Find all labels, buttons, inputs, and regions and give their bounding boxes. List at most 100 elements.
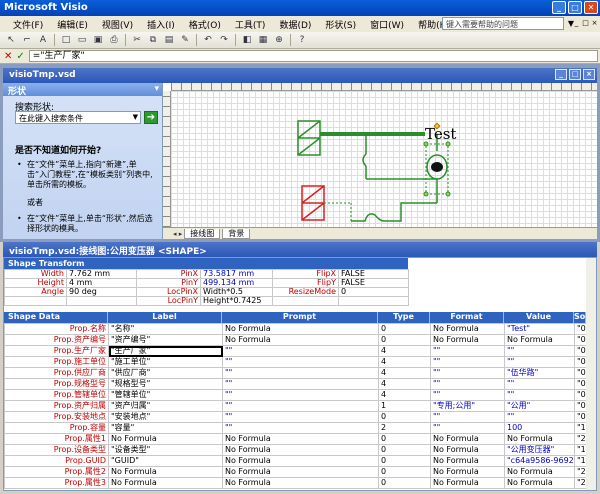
connector-tool-icon[interactable]: ⌐	[20, 34, 34, 47]
help-search-input[interactable]: 键入需要帮助的问题	[442, 17, 564, 30]
table-cell[interactable]: ""	[430, 345, 505, 357]
table-cell[interactable]: "容量"	[108, 422, 223, 434]
table-cell[interactable]: "Test"	[504, 323, 575, 335]
table-cell[interactable]: No Formula	[222, 334, 379, 346]
table-cell[interactable]: 4	[378, 378, 431, 390]
table-cell[interactable]: "01"	[574, 323, 587, 335]
search-go-button[interactable]: ➔	[144, 111, 158, 124]
page-nav-icon[interactable]: ◂ ▸	[173, 230, 182, 238]
table-cell[interactable]: No Formula	[430, 323, 505, 335]
table-cell[interactable]: "规格型号"	[108, 378, 223, 390]
table-cell[interactable]: No Formula	[504, 466, 575, 478]
table-cell[interactable]: ""	[430, 411, 505, 423]
doc-restore-button[interactable]: □	[582, 18, 589, 28]
table-cell[interactable]: ""	[222, 356, 379, 368]
doc-win-minimize-button[interactable]: _	[555, 69, 567, 80]
table-cell[interactable]: 0	[378, 477, 431, 489]
zoom-icon[interactable]: ⊕	[272, 34, 286, 47]
shape-search-input[interactable]: 在此键入搜索条件 ▼	[15, 111, 141, 124]
table-cell[interactable]: No Formula	[222, 433, 379, 445]
table-cell[interactable]: No Formula	[504, 477, 575, 489]
table-cell[interactable]: "23"	[574, 433, 587, 445]
doc-win-close-button[interactable]: ×	[583, 69, 595, 80]
table-cell[interactable]: No Formula	[108, 433, 223, 445]
shape-text[interactable]: Test	[425, 125, 456, 143]
table-cell[interactable]: No Formula	[222, 455, 379, 467]
table-cell[interactable]: "GUID"	[108, 455, 223, 467]
menu-insert[interactable]: 插入(I)	[140, 18, 182, 31]
shapes-icon[interactable]: ◧	[240, 34, 254, 47]
table-cell[interactable]: "10"	[574, 422, 587, 434]
table-cell[interactable]: 0	[378, 433, 431, 445]
menu-shape[interactable]: 形状(S)	[318, 18, 363, 31]
print-icon[interactable]: ⎙	[107, 34, 121, 47]
format-painter-icon[interactable]: ✎	[178, 34, 192, 47]
table-cell[interactable]: No Formula	[430, 466, 505, 478]
red-switch-shape[interactable]	[301, 185, 325, 221]
table-cell[interactable]: No Formula	[222, 444, 379, 456]
table-cell[interactable]: No Formula	[108, 477, 223, 489]
table-cell[interactable]: "公用变压器"	[504, 444, 575, 456]
drawing-canvas[interactable]: Test	[171, 91, 597, 227]
formula-input[interactable]: ="生产厂家"	[28, 50, 598, 62]
table-cell[interactable]: ""	[430, 367, 505, 379]
connector-line[interactable]	[351, 202, 437, 222]
close-icon[interactable]: ▾	[154, 84, 159, 94]
undo-icon[interactable]: ↶	[201, 34, 215, 47]
text-tool-icon[interactable]: A	[36, 34, 50, 47]
table-cell[interactable]: No Formula	[430, 334, 505, 346]
table-cell[interactable]: ""	[222, 367, 379, 379]
table-cell[interactable]: ""	[222, 389, 379, 401]
table-cell[interactable]: "03"	[574, 345, 587, 357]
menu-view[interactable]: 视图(V)	[95, 18, 140, 31]
table-cell[interactable]: "07"	[574, 400, 587, 412]
green-switch-shape[interactable]	[297, 120, 321, 156]
cancel-icon[interactable]: ✕	[4, 51, 12, 62]
doc-win-maximize-button[interactable]: □	[569, 69, 581, 80]
table-cell[interactable]: ""	[430, 356, 505, 368]
close-button[interactable]: ✕	[584, 1, 598, 14]
table-cell[interactable]: "08"	[574, 411, 587, 423]
layers-icon[interactable]: ▦	[256, 34, 270, 47]
table-cell[interactable]: No Formula	[222, 466, 379, 478]
table-cell[interactable]: 0	[378, 323, 431, 335]
table-cell[interactable]: ""	[430, 389, 505, 401]
table-cell[interactable]: ""	[504, 389, 575, 401]
table-cell[interactable]: "04"	[574, 356, 587, 368]
table-cell[interactable]: "设备类型"	[108, 444, 223, 456]
table-cell[interactable]: "c64a9586-9692-407e	[504, 455, 575, 467]
table-cell[interactable]: "名称"	[108, 323, 223, 335]
table-cell[interactable]: "资产编号"	[108, 334, 223, 346]
table-cell[interactable]: "管辖单位"	[108, 389, 223, 401]
table-cell[interactable]: No Formula	[222, 323, 379, 335]
table-cell[interactable]: "专用;公用"	[430, 400, 505, 412]
table-cell[interactable]: ""	[222, 345, 379, 357]
table-cell[interactable]: No Formula	[504, 433, 575, 445]
table-cell[interactable]: ""	[504, 356, 575, 368]
table-cell[interactable]: ""	[504, 345, 575, 357]
table-cell[interactable]: "06"	[574, 389, 587, 401]
menu-format[interactable]: 格式(O)	[182, 18, 228, 31]
table-cell[interactable]: 0	[378, 444, 431, 456]
table-cell[interactable]: 4	[378, 356, 431, 368]
tab-wiring[interactable]: 接线图	[184, 228, 221, 239]
chevron-down-icon[interactable]: ▼	[133, 113, 138, 121]
menu-window[interactable]: 窗口(W)	[363, 18, 411, 31]
new-icon[interactable]: □	[59, 34, 73, 47]
vertical-scrollbar[interactable]	[586, 258, 596, 490]
table-cell[interactable]: ""	[504, 378, 575, 390]
table-cell[interactable]: ""	[222, 378, 379, 390]
table-cell[interactable]: ""	[504, 411, 575, 423]
save-icon[interactable]: ▣	[91, 34, 105, 47]
table-cell[interactable]: "资产归属"	[108, 400, 223, 412]
table-cell[interactable]: "25"	[574, 477, 587, 489]
open-icon[interactable]: ▭	[75, 34, 89, 47]
table-cell[interactable]: "09"	[574, 378, 587, 390]
table-cell[interactable]: "16"	[574, 444, 587, 456]
table-cell[interactable]: 100	[504, 422, 575, 434]
table-cell[interactable]: ""	[430, 422, 505, 434]
table-cell[interactable]: "02"	[574, 334, 587, 346]
accept-icon[interactable]: ✓	[16, 51, 24, 62]
table-cell[interactable]: ""	[430, 378, 505, 390]
table-cell[interactable]: No Formula	[504, 334, 575, 346]
